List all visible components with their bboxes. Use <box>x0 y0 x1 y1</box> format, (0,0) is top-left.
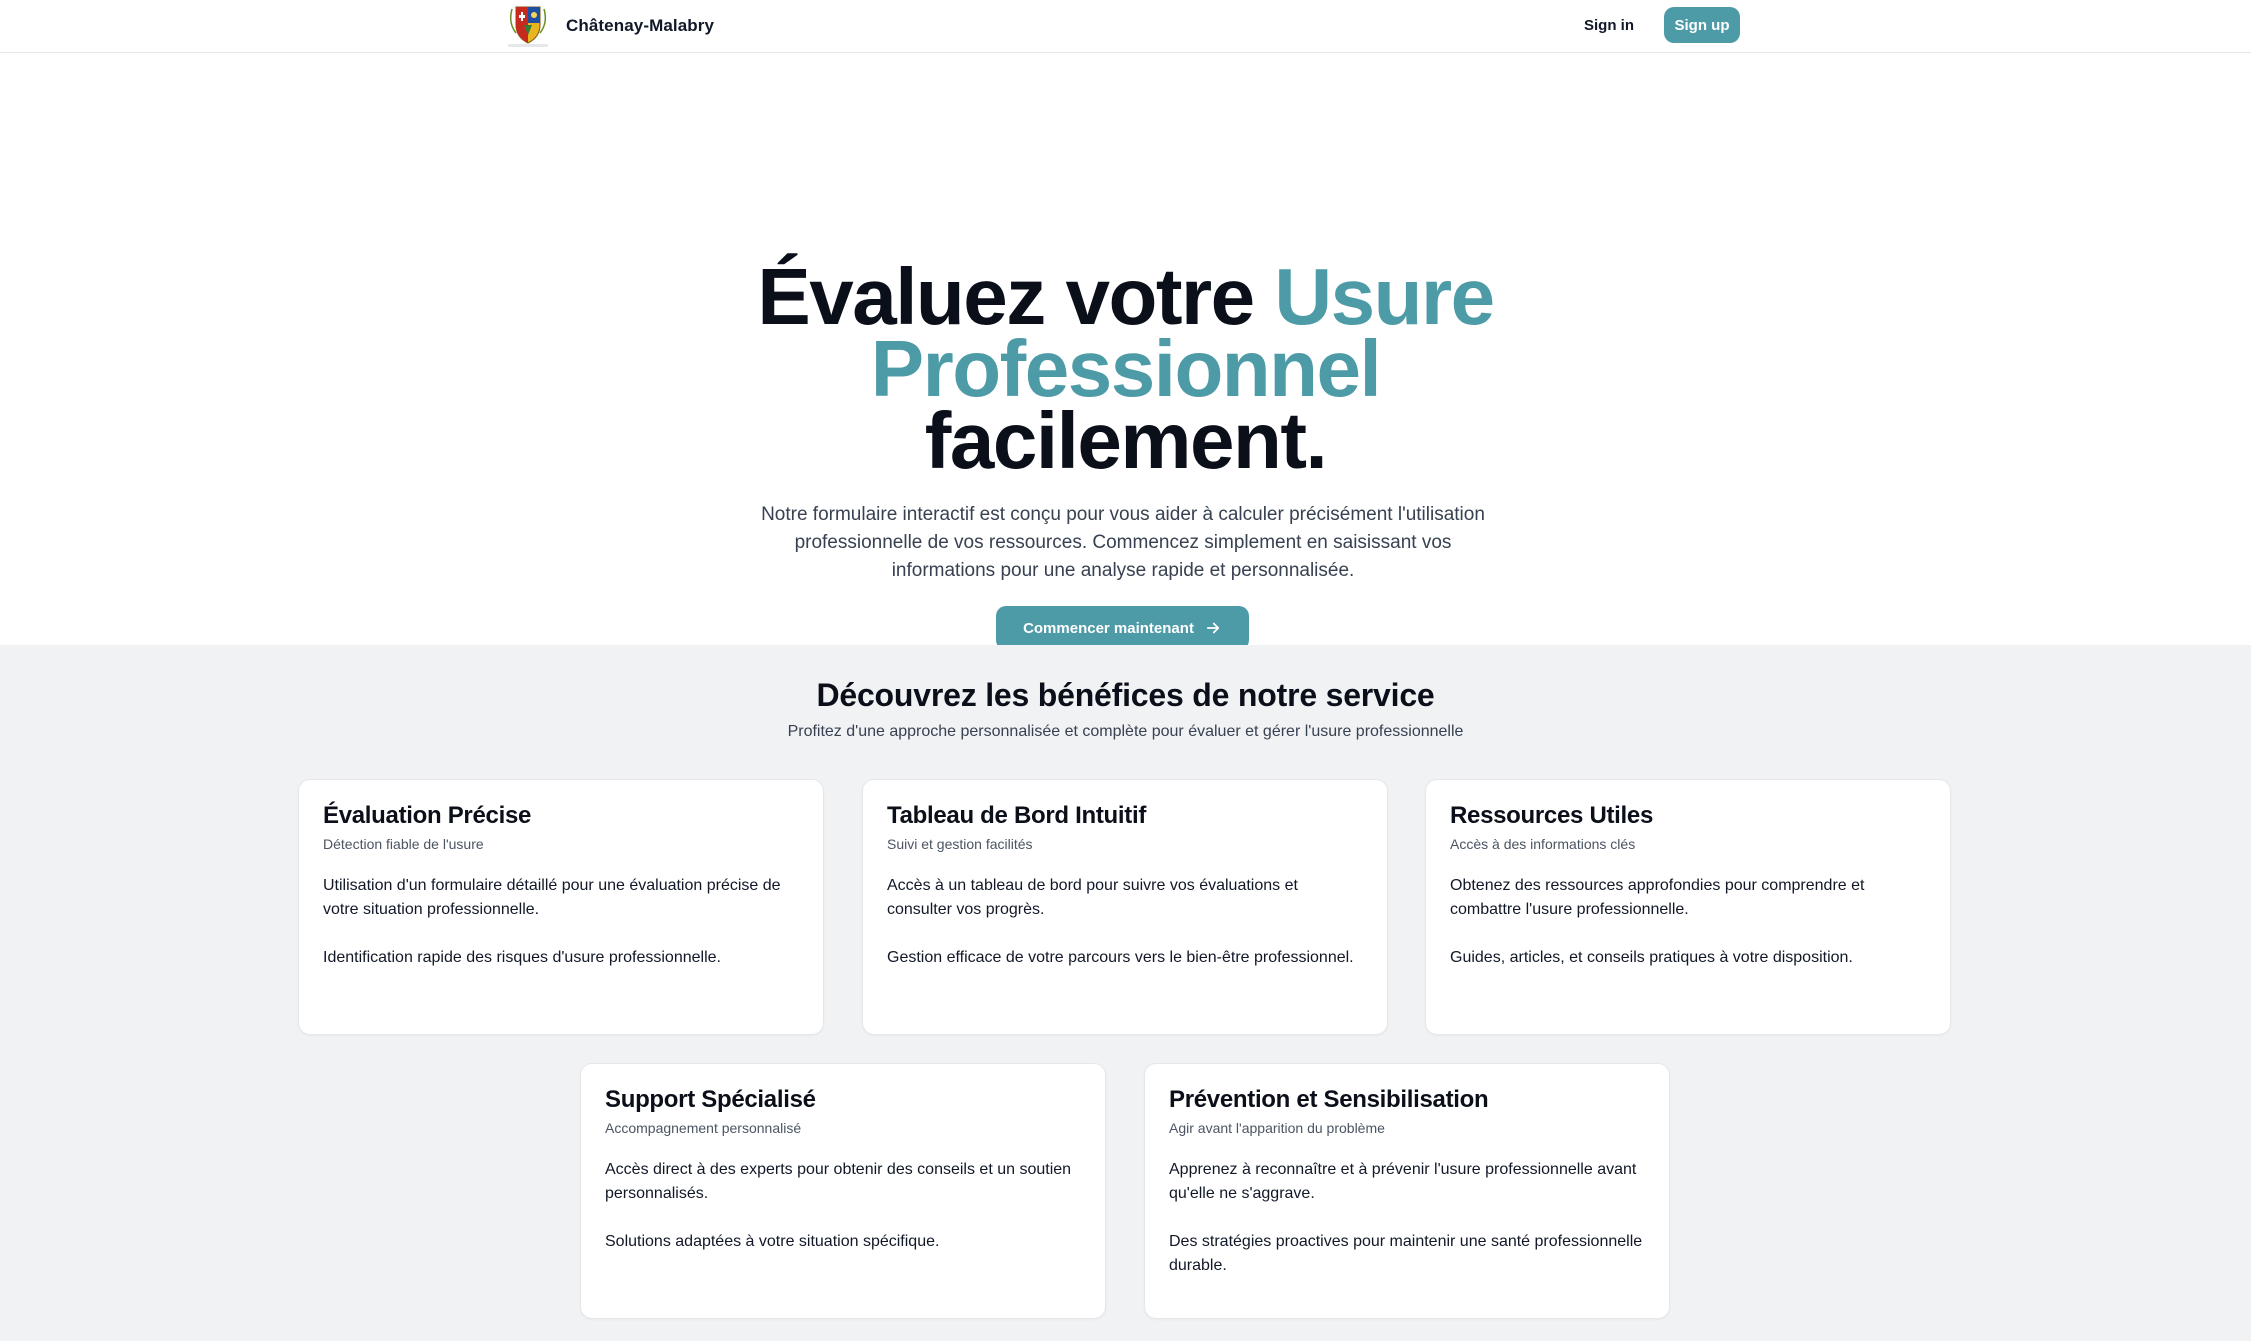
hero-section: Évaluez votre Usure Professionnel facile… <box>0 53 2251 650</box>
auth-nav: Sign in Sign up <box>1580 7 1740 43</box>
card-subtitle: Accompagnement personnalisé <box>605 1120 802 1136</box>
card-text: Utilisation d'un formulaire détaillé pou… <box>323 877 781 918</box>
benefit-card-dashboard: Tableau de Bord Intuitif Suivi et gestio… <box>862 779 1388 1035</box>
card-text: Accès direct à des experts pour obtenir … <box>605 1161 1072 1202</box>
card-text: Obtenez des ressources approfondies pour… <box>1450 877 1865 918</box>
city-coat-of-arms-icon <box>508 6 548 47</box>
card-title: Tableau de Bord Intuitif <box>887 802 1147 829</box>
card-subtitle: Suivi et gestion facilités <box>887 836 1033 852</box>
hero-title: Évaluez votre Usure Professionnel facile… <box>0 257 2251 481</box>
benefits-section: Découvrez les bénéfices de notre service… <box>0 645 2251 1341</box>
card-title: Support Spécialisé <box>605 1086 816 1113</box>
benefit-card-support: Support Spécialisé Accompagnement person… <box>580 1063 1106 1319</box>
benefit-card-resources: Ressources Utiles Accès à des informatio… <box>1425 779 1951 1035</box>
card-text: Des stratégies proactives pour maintenir… <box>1169 1233 1643 1274</box>
card-subtitle: Détection fiable de l'usure <box>323 836 484 852</box>
card-text: Solutions adaptées à votre situation spé… <box>605 1233 940 1250</box>
top-navbar: Châtenay-Malabry Sign in Sign up <box>0 0 2251 53</box>
card-title: Évaluation Précise <box>323 802 532 829</box>
card-title: Ressources Utiles <box>1450 802 1654 829</box>
card-title: Prévention et Sensibilisation <box>1169 1086 1489 1113</box>
benefits-title: Découvrez les bénéfices de notre service <box>816 677 1435 713</box>
benefit-card-prevention: Prévention et Sensibilisation Agir avant… <box>1144 1063 1670 1319</box>
benefits-subtitle: Profitez d'une approche personnalisée et… <box>787 723 1464 740</box>
card-text: Guides, articles, et conseils pratiques … <box>1450 949 1853 966</box>
start-now-label: Commencer maintenant <box>1023 619 1194 637</box>
card-subtitle: Accès à des informations clés <box>1450 836 1636 852</box>
card-text: Accès à un tableau de bord pour suivre v… <box>887 877 1298 918</box>
arrow-right-icon <box>1206 622 1220 634</box>
brand-name: Châtenay-Malabry <box>566 16 715 35</box>
start-now-button[interactable]: Commencer maintenant <box>996 606 1249 650</box>
sign-up-button[interactable]: Sign up <box>1664 7 1740 43</box>
card-text: Identification rapide des risques d'usur… <box>323 949 721 966</box>
card-text: Apprenez à reconnaître et à prévenir l'u… <box>1169 1161 1637 1202</box>
brand-link[interactable]: Châtenay-Malabry <box>502 3 714 49</box>
card-subtitle: Agir avant l'apparition du problème <box>1169 1120 1385 1136</box>
hero-title-part2: facilement. <box>924 396 1328 485</box>
hero-subtitle: Notre formulaire interactif est conçu po… <box>761 504 1485 581</box>
card-text: Gestion efficace de votre parcours vers … <box>887 949 1354 966</box>
benefit-card-evaluation: Évaluation Précise Détection fiable de l… <box>298 779 824 1035</box>
sign-in-link[interactable]: Sign in <box>1580 9 1638 42</box>
